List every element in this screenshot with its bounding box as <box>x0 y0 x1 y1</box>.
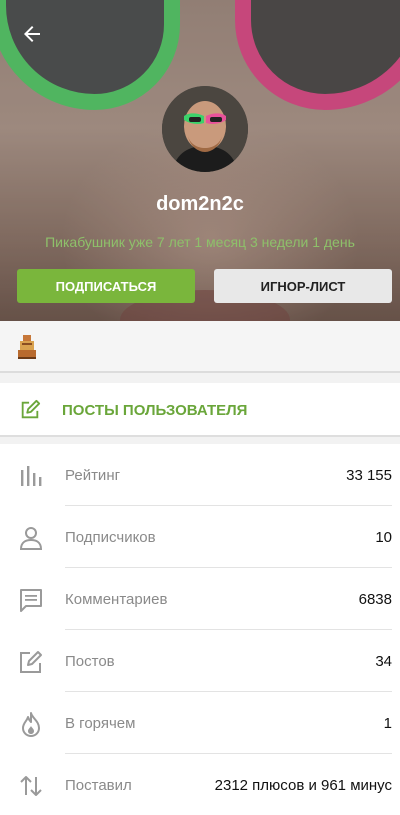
stat-label: Подписчиков <box>65 529 156 546</box>
stat-row-comments[interactable]: Комментариев 6838 <box>0 568 400 630</box>
stat-value: 10 <box>375 529 392 546</box>
fire-icon <box>22 712 40 737</box>
stat-value: 33 155 <box>346 467 392 484</box>
user-posts-link[interactable]: ПОСТЫ ПОЛЬЗОВАТЕЛЯ <box>0 383 400 437</box>
avatar[interactable] <box>162 86 248 172</box>
stat-row-hot[interactable]: В горячем 1 <box>0 692 400 754</box>
profile-header: dom2n2c Пикабушник уже 7 лет 1 месяц 3 н… <box>0 0 400 321</box>
stat-label: Рейтинг <box>65 467 121 484</box>
arrow-left-icon <box>24 26 40 42</box>
edit-icon <box>21 399 41 419</box>
awards-bar <box>0 321 400 373</box>
stat-row-subscribers[interactable]: Подписчиков 10 <box>0 506 400 568</box>
user-posts-label: ПОСТЫ ПОЛЬЗОВАТЕЛЯ <box>62 402 248 419</box>
person-icon <box>19 527 43 550</box>
stat-value: 1 <box>383 715 392 732</box>
stats-list: Рейтинг 33 155 Подписчиков 10 Комментари… <box>0 444 400 815</box>
stat-label: Комментариев <box>65 591 168 608</box>
award-badge-icon[interactable] <box>16 334 38 360</box>
stat-row-rating: Рейтинг 33 155 <box>0 444 400 506</box>
edit-icon <box>20 651 42 673</box>
member-since: Пикабушник уже 7 лет 1 месяц 3 недели 1 … <box>45 234 355 250</box>
stat-label: Постов <box>65 653 115 670</box>
subscribe-button[interactable]: ПОДПИСАТЬСЯ <box>17 269 195 303</box>
vote-arrows-icon <box>20 776 42 796</box>
rating-bars-icon <box>21 466 42 486</box>
avatar-image <box>162 86 248 172</box>
stat-value: 34 <box>375 653 392 670</box>
stat-label: В горячем <box>65 715 136 732</box>
ignore-list-button[interactable]: ИГНОР-ЛИСТ <box>214 269 392 303</box>
stat-value: 2312 плюсов и 961 минус <box>214 777 392 794</box>
back-button[interactable] <box>20 22 44 46</box>
stat-label: Поставил <box>65 777 132 794</box>
username: dom2n2c <box>156 193 244 215</box>
stat-row-votes: Поставил 2312 плюсов и 961 минус <box>0 754 400 815</box>
comment-icon <box>20 589 42 612</box>
stat-value: 6838 <box>358 591 392 608</box>
stat-row-posts[interactable]: Постов 34 <box>0 630 400 692</box>
